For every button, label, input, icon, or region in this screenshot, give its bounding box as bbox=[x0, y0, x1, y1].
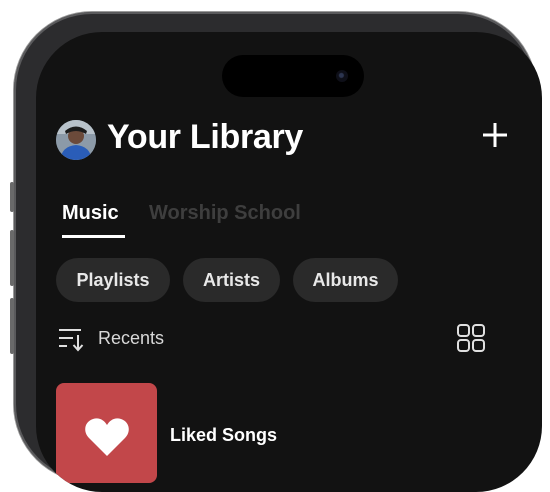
dynamic-island bbox=[222, 55, 364, 97]
liked-songs-artwork bbox=[56, 383, 157, 483]
phone-screen: Your Library Music Worship School Playli… bbox=[36, 32, 542, 492]
library-header: Your Library bbox=[56, 118, 508, 166]
tab-music[interactable]: Music bbox=[62, 202, 119, 225]
filter-chip-playlists[interactable]: Playlists bbox=[56, 258, 170, 302]
active-tab-indicator bbox=[62, 235, 125, 238]
grid-view-icon[interactable] bbox=[456, 323, 486, 353]
list-item-title: Liked Songs bbox=[170, 425, 278, 445]
sort-label: Recents bbox=[98, 328, 165, 348]
filter-chip-artists[interactable]: Artists bbox=[183, 258, 280, 302]
page-title: Your Library bbox=[107, 118, 304, 156]
heart-icon bbox=[85, 418, 129, 456]
plus-icon[interactable] bbox=[482, 122, 508, 148]
filter-chip-albums[interactable]: Albums bbox=[293, 258, 398, 302]
list-item-liked-songs[interactable]: Liked Songs bbox=[56, 383, 496, 483]
tab-worship-school[interactable]: Worship School bbox=[149, 202, 301, 225]
side-button bbox=[10, 182, 14, 212]
avatar[interactable] bbox=[56, 120, 96, 160]
volume-button bbox=[10, 298, 14, 354]
volume-button bbox=[10, 230, 14, 286]
camera-icon bbox=[336, 70, 348, 82]
sort-icon bbox=[59, 329, 84, 352]
